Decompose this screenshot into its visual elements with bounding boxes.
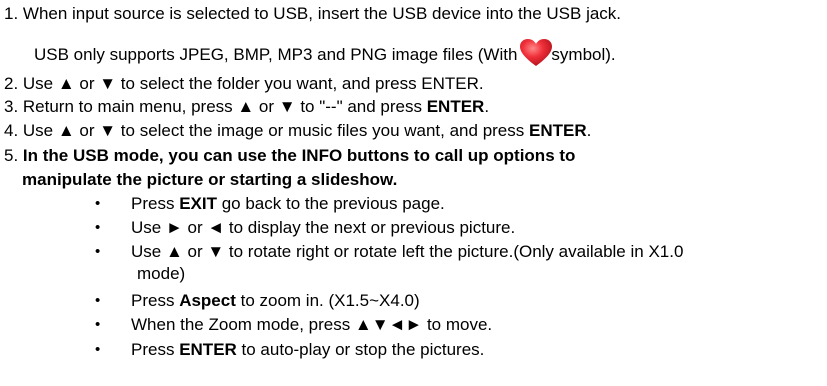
bullet-marker: • — [95, 316, 101, 333]
bullet-item-autoplay: Press ENTER to auto-play or stop the pic… — [131, 339, 484, 361]
bullet-text: Press — [131, 291, 180, 310]
bullet-text: Press — [131, 194, 180, 213]
heart-icon — [520, 39, 553, 66]
bullet-text: Use ► or ◄ to display the next or previo… — [131, 218, 516, 237]
bullet-item-exit: Press EXIT go back to the previous page. — [131, 193, 445, 215]
bullet-marker: • — [95, 243, 101, 260]
bullet-key: ENTER — [179, 340, 237, 359]
step-2: 2. Use ▲ or ▼ to select the folder you w… — [4, 74, 484, 93]
step-1-note-text: USB only supports JPEG, BMP, MP3 and PNG… — [34, 45, 518, 64]
step-5-number: 5. — [4, 146, 23, 165]
step-4-end: . — [586, 121, 592, 140]
step-3-text: 3. Return to main menu, press ▲ or ▼ to … — [4, 97, 427, 116]
step-4-text: 4. Use ▲ or ▼ to select the image or mus… — [4, 121, 529, 140]
bullet-key: EXIT — [179, 194, 217, 213]
step-5-heading-cont: manipulate the picture or starting a sli… — [22, 170, 398, 189]
bullet-text-end: to zoom in. (X1.5~X4.0) — [235, 291, 420, 310]
step-4-key: ENTER — [528, 121, 587, 140]
bullet-item-rotate: Use ▲ or ▼ to rotate right or rotate lef… — [131, 241, 683, 263]
bullet-text: Use ▲ or ▼ to rotate right or rotate lef… — [131, 242, 684, 261]
step-5-heading: In the USB mode, you can use the INFO bu… — [22, 146, 576, 165]
step-3-key: ENTER — [426, 97, 485, 116]
bullet-text-end: go back to the previous page. — [216, 194, 445, 213]
step-5: 5. In the USB mode, you can use the INFO… — [4, 145, 575, 167]
bullet-marker: • — [95, 219, 101, 236]
step-4: 4. Use ▲ or ▼ to select the image or mus… — [4, 120, 591, 142]
bullet-key: Aspect — [179, 291, 236, 310]
bullet-item-zoom-move: When the Zoom mode, press ▲▼◄► to move. — [131, 314, 492, 336]
bullet-marker: • — [95, 341, 101, 358]
bullet-text-end: to auto-play or stop the pictures. — [236, 340, 485, 359]
step-1-note-suffix: symbol). — [551, 45, 616, 64]
step-3-end: . — [484, 97, 490, 116]
bullet-item-navigate: Use ► or ◄ to display the next or previo… — [131, 217, 515, 239]
step-1-note: USB only supports JPEG, BMP, MP3 and PNG… — [34, 38, 616, 68]
bullet-text: Press — [131, 340, 180, 359]
step-3: 3. Return to main menu, press ▲ or ▼ to … — [4, 96, 489, 118]
bullet-marker: • — [95, 195, 101, 212]
bullet-item-rotate-cont: mode) — [137, 264, 186, 283]
manual-page: 1. When input source is selected to USB,… — [0, 0, 827, 386]
bullet-item-aspect: Press Aspect to zoom in. (X1.5~X4.0) — [131, 290, 420, 312]
bullet-text: When the Zoom mode, press ▲▼◄► to move. — [131, 315, 493, 334]
step-1: 1. When input source is selected to USB,… — [4, 4, 622, 23]
bullet-marker: • — [95, 292, 101, 309]
